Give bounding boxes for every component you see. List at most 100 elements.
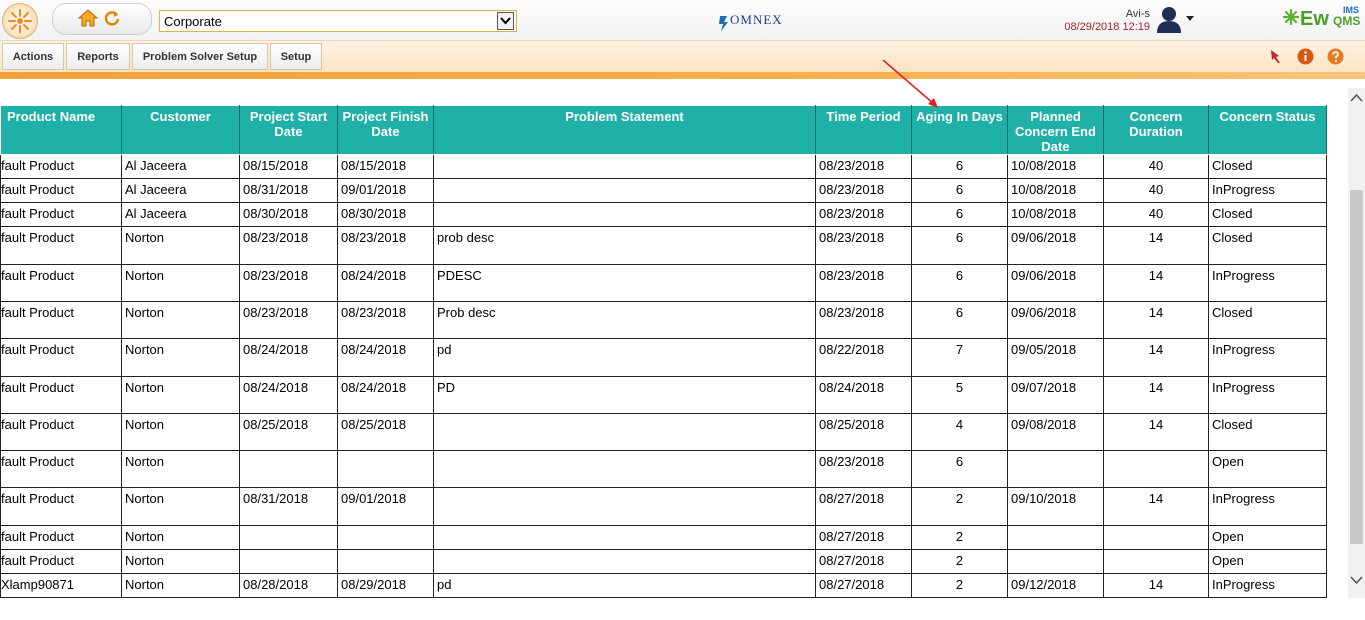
current-datetime: 08/29/2018 12:19 bbox=[1064, 21, 1150, 33]
table-cell: 10/08/2018 bbox=[1007, 154, 1104, 179]
table-cell: Open bbox=[1208, 525, 1327, 550]
column-header[interactable]: Concern Duration bbox=[1103, 105, 1209, 155]
tab-problem-solver-setup[interactable]: Problem Solver Setup bbox=[132, 43, 268, 70]
help-icon[interactable] bbox=[1327, 48, 1344, 65]
table-cell: fault Product bbox=[0, 525, 122, 550]
table-cell bbox=[239, 549, 338, 574]
table-cell: 09/06/2018 bbox=[1007, 301, 1104, 339]
table-cell bbox=[337, 450, 434, 488]
table-cell: InProgress bbox=[1208, 573, 1327, 598]
table-cell: 09/01/2018 bbox=[337, 178, 434, 203]
table-cell bbox=[433, 413, 816, 451]
scrollbar-thumb[interactable] bbox=[1350, 190, 1363, 544]
home-icon[interactable] bbox=[77, 7, 99, 29]
table-cell bbox=[433, 525, 816, 550]
company-select[interactable]: Corporate bbox=[159, 10, 517, 32]
table-cell: 08/24/2018 bbox=[337, 376, 434, 414]
column-header[interactable]: Aging In Days bbox=[911, 105, 1008, 155]
table-cell: 08/24/2018 bbox=[815, 376, 912, 414]
column-header[interactable]: Customer bbox=[121, 105, 240, 155]
table-cell: fault Product bbox=[0, 338, 122, 377]
table-cell: fault Product bbox=[0, 301, 122, 339]
table-cell: fault Product bbox=[0, 264, 122, 302]
column-header[interactable]: Product Name bbox=[0, 105, 122, 155]
table-cell: fault Product bbox=[0, 549, 122, 574]
table-cell bbox=[1103, 549, 1209, 574]
user-info: Avi-s 08/29/2018 12:19 bbox=[1050, 8, 1150, 34]
column-header[interactable]: Problem Statement bbox=[433, 105, 816, 155]
scroll-up-icon[interactable] bbox=[1348, 90, 1365, 106]
sun-logo-icon bbox=[8, 9, 32, 33]
table-cell: Closed bbox=[1208, 202, 1327, 227]
table-cell: 14 bbox=[1103, 264, 1209, 302]
table-cell: 14 bbox=[1103, 573, 1209, 598]
table-cell: Norton bbox=[121, 301, 240, 339]
table-cell: 08/15/2018 bbox=[239, 154, 338, 179]
table-row[interactable]: fault Product Norton 08/23/2018 08/23/2018 p… bbox=[0, 226, 1327, 265]
table-cell: 14 bbox=[1103, 226, 1209, 265]
table-cell: 08/23/2018 bbox=[337, 301, 434, 339]
table-row[interactable]: fault Product Norton 08/31/2018 09/01/2018 0… bbox=[0, 487, 1327, 526]
table-cell: fault Product bbox=[0, 178, 122, 203]
table-row[interactable]: Xlamp90871 Norton 08/28/2018 08/29/2018 pd 08… bbox=[0, 573, 1327, 598]
top-bar: Corporate OMNEX Avi-s 08/29/2018 12:19 E… bbox=[0, 0, 1365, 40]
app-logo[interactable] bbox=[2, 3, 38, 39]
column-header[interactable]: Time Period bbox=[815, 105, 912, 155]
table-cell: pd bbox=[433, 573, 816, 598]
column-header[interactable]: Project Finish Date bbox=[337, 105, 434, 155]
table-cell bbox=[1007, 549, 1104, 574]
table-cell: InProgress bbox=[1208, 264, 1327, 302]
table-row[interactable]: fault Product Norton 08/23/2018 08/23/2018 P… bbox=[0, 301, 1327, 339]
table-cell: 08/24/2018 bbox=[239, 338, 338, 377]
table-cell: PD bbox=[433, 376, 816, 414]
table-row[interactable]: fault Product Al Jaceera 08/30/2018 08/30/2… bbox=[0, 202, 1327, 227]
table-cell: 7 bbox=[911, 338, 1008, 377]
table-cell: 2 bbox=[911, 487, 1008, 526]
table-cell: 09/06/2018 bbox=[1007, 264, 1104, 302]
table-row[interactable]: fault Product Norton 08/27/2018 2 Open bbox=[0, 549, 1327, 574]
chevron-down-icon[interactable] bbox=[497, 12, 514, 30]
info-icon[interactable] bbox=[1297, 48, 1314, 65]
table-cell: fault Product bbox=[0, 202, 122, 227]
tab-reports[interactable]: Reports bbox=[66, 43, 130, 70]
table-cell: 08/28/2018 bbox=[239, 573, 338, 598]
annotation-arrow-icon bbox=[882, 59, 938, 108]
nav-accent-strip bbox=[0, 72, 1365, 79]
vertical-scrollbar[interactable] bbox=[1348, 88, 1365, 598]
column-header[interactable]: Planned Concern End Date bbox=[1007, 105, 1104, 155]
table-cell bbox=[1007, 450, 1104, 488]
table-row[interactable]: fault Product Norton 08/24/2018 08/24/2018 P… bbox=[0, 376, 1327, 414]
user-avatar-icon[interactable] bbox=[1154, 4, 1184, 34]
table-cell bbox=[433, 549, 816, 574]
pin-icon[interactable] bbox=[1267, 48, 1284, 65]
table-row[interactable]: fault Product Norton 08/27/2018 2 Open bbox=[0, 525, 1327, 550]
tab-actions[interactable]: Actions bbox=[2, 43, 64, 70]
table-row[interactable]: fault Product Norton 08/23/2018 08/24/2018 P… bbox=[0, 264, 1327, 302]
table-cell: 2 bbox=[911, 549, 1008, 574]
table-cell: Open bbox=[1208, 549, 1327, 574]
table-cell: 08/23/2018 bbox=[815, 264, 912, 302]
table-row[interactable]: fault Product Norton 08/25/2018 08/25/2018 0… bbox=[0, 413, 1327, 451]
table-cell bbox=[433, 450, 816, 488]
table-row[interactable]: fault Product Al Jaceera 08/15/2018 08/15/2… bbox=[0, 154, 1327, 179]
tab-setup[interactable]: Setup bbox=[270, 43, 322, 70]
table-row[interactable]: fault Product Norton 08/23/2018 6 Open bbox=[0, 450, 1327, 488]
table-cell bbox=[433, 487, 816, 526]
table-cell: 08/25/2018 bbox=[815, 413, 912, 451]
table-cell: 08/25/2018 bbox=[239, 413, 338, 451]
table-cell: Norton bbox=[121, 450, 240, 488]
table-cell: 08/22/2018 bbox=[815, 338, 912, 377]
column-header[interactable]: Project Start Date bbox=[239, 105, 338, 155]
table-cell: Al Jaceera bbox=[121, 154, 240, 179]
table-row[interactable]: fault Product Norton 08/24/2018 08/24/2018 p… bbox=[0, 338, 1327, 377]
table-cell: InProgress bbox=[1208, 338, 1327, 377]
column-header[interactable]: Concern Status bbox=[1208, 105, 1327, 155]
table-cell: 08/23/2018 bbox=[815, 450, 912, 488]
scroll-down-icon[interactable] bbox=[1348, 572, 1365, 588]
refresh-icon[interactable] bbox=[103, 9, 121, 27]
table-cell: Norton bbox=[121, 338, 240, 377]
table-cell: 08/23/2018 bbox=[815, 178, 912, 203]
table-row[interactable]: fault Product Al Jaceera 08/31/2018 09/01/2… bbox=[0, 178, 1327, 203]
user-menu-caret-icon[interactable] bbox=[1186, 16, 1194, 21]
table-cell: 08/23/2018 bbox=[239, 226, 338, 265]
